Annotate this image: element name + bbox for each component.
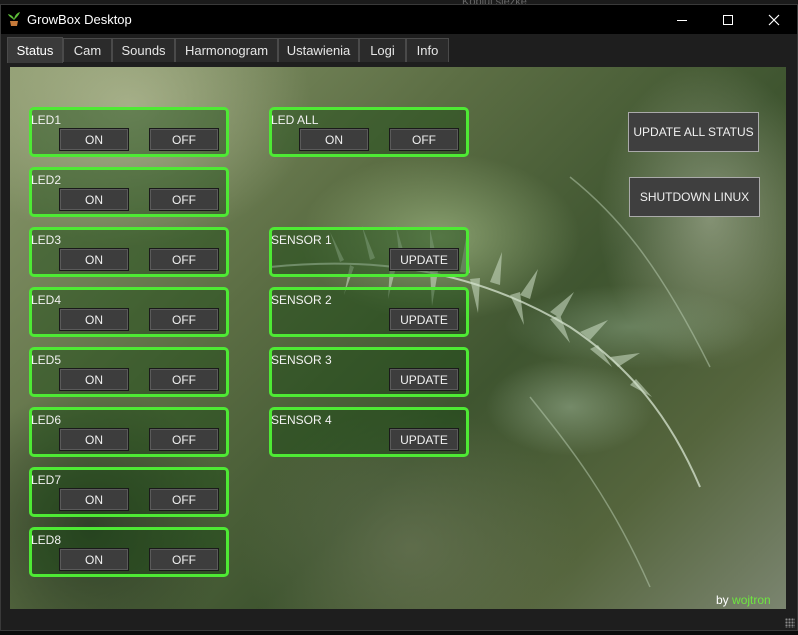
tab-logi[interactable]: Logi bbox=[359, 38, 406, 62]
led4-panel: LED4 ON OFF bbox=[29, 287, 229, 337]
credit-text: by wojtron bbox=[716, 593, 771, 607]
status-page: LED1 ON OFF LED2 ON OFF LED3 ON OFF LED4… bbox=[10, 67, 786, 612]
led8-label: LED8 bbox=[31, 533, 62, 547]
credit-prefix: by bbox=[716, 593, 729, 607]
led2-on-button[interactable]: ON bbox=[59, 188, 129, 211]
tab-ustawienia[interactable]: Ustawienia bbox=[278, 38, 359, 62]
resize-grip-icon[interactable] bbox=[785, 618, 795, 628]
tab-cam[interactable]: Cam bbox=[63, 38, 112, 62]
led4-label: LED4 bbox=[31, 293, 62, 307]
led-all-off-button[interactable]: OFF bbox=[389, 128, 459, 151]
close-button[interactable] bbox=[751, 5, 797, 34]
led5-on-button[interactable]: ON bbox=[59, 368, 129, 391]
sensor1-panel: SENSOR 1 UPDATE bbox=[269, 227, 469, 277]
sensor2-update-button[interactable]: UPDATE bbox=[389, 308, 459, 331]
tab-info[interactable]: Info bbox=[406, 38, 449, 62]
led1-panel: LED1 ON OFF bbox=[29, 107, 229, 157]
led3-panel: LED3 ON OFF bbox=[29, 227, 229, 277]
led7-panel: LED7 ON OFF bbox=[29, 467, 229, 517]
credit-author: wojtron bbox=[732, 593, 771, 607]
update-all-status-button[interactable]: UPDATE ALL STATUS bbox=[628, 112, 759, 152]
led3-label: LED3 bbox=[31, 233, 62, 247]
led1-off-button[interactable]: OFF bbox=[149, 128, 219, 151]
led2-panel: LED2 ON OFF bbox=[29, 167, 229, 217]
led7-on-button[interactable]: ON bbox=[59, 488, 129, 511]
tab-harmonogram[interactable]: Harmonogram bbox=[175, 38, 278, 62]
tab-status[interactable]: Status bbox=[7, 37, 63, 63]
sensor2-label: SENSOR 2 bbox=[271, 293, 332, 307]
led4-on-button[interactable]: ON bbox=[59, 308, 129, 331]
led8-on-button[interactable]: ON bbox=[59, 548, 129, 571]
led6-off-button[interactable]: OFF bbox=[149, 428, 219, 451]
led-all-on-button[interactable]: ON bbox=[299, 128, 369, 151]
led8-off-button[interactable]: OFF bbox=[149, 548, 219, 571]
led1-on-button[interactable]: ON bbox=[59, 128, 129, 151]
led5-label: LED5 bbox=[31, 353, 62, 367]
minimize-icon bbox=[677, 19, 687, 21]
led7-label: LED7 bbox=[31, 473, 62, 487]
title-bar: GrowBox Desktop bbox=[1, 5, 797, 34]
sensor1-label: SENSOR 1 bbox=[271, 233, 332, 247]
sensor3-panel: SENSOR 3 UPDATE bbox=[269, 347, 469, 397]
led5-off-button[interactable]: OFF bbox=[149, 368, 219, 391]
app-window: GrowBox Desktop Status Cam Sounds Harmon… bbox=[0, 4, 798, 631]
led4-off-button[interactable]: OFF bbox=[149, 308, 219, 331]
close-icon bbox=[768, 14, 780, 25]
sensor3-update-button[interactable]: UPDATE bbox=[389, 368, 459, 391]
sensor1-update-button[interactable]: UPDATE bbox=[389, 248, 459, 271]
sensor3-label: SENSOR 3 bbox=[271, 353, 332, 367]
led3-on-button[interactable]: ON bbox=[59, 248, 129, 271]
window-title: GrowBox Desktop bbox=[27, 12, 132, 27]
sensor4-update-button[interactable]: UPDATE bbox=[389, 428, 459, 451]
status-bar bbox=[1, 609, 797, 630]
sensor4-panel: SENSOR 4 UPDATE bbox=[269, 407, 469, 457]
led-all-label: LED ALL bbox=[271, 113, 319, 127]
app-plant-icon bbox=[8, 12, 20, 26]
maximize-button[interactable] bbox=[705, 5, 751, 34]
led3-off-button[interactable]: OFF bbox=[149, 248, 219, 271]
led5-panel: LED5 ON OFF bbox=[29, 347, 229, 397]
minimize-button[interactable] bbox=[659, 5, 705, 34]
led2-label: LED2 bbox=[31, 173, 62, 187]
shutdown-linux-button[interactable]: SHUTDOWN LINUX bbox=[629, 177, 760, 217]
maximize-icon bbox=[723, 14, 733, 25]
led1-label: LED1 bbox=[31, 113, 62, 127]
sensor2-panel: SENSOR 2 UPDATE bbox=[269, 287, 469, 337]
led-all-panel: LED ALL ON OFF bbox=[269, 107, 469, 157]
sensor4-label: SENSOR 4 bbox=[271, 413, 332, 427]
tab-sounds[interactable]: Sounds bbox=[112, 38, 175, 62]
led6-panel: LED6 ON OFF bbox=[29, 407, 229, 457]
led6-label: LED6 bbox=[31, 413, 62, 427]
led8-panel: LED8 ON OFF bbox=[29, 527, 229, 577]
led7-off-button[interactable]: OFF bbox=[149, 488, 219, 511]
led2-off-button[interactable]: OFF bbox=[149, 188, 219, 211]
led6-on-button[interactable]: ON bbox=[59, 428, 129, 451]
